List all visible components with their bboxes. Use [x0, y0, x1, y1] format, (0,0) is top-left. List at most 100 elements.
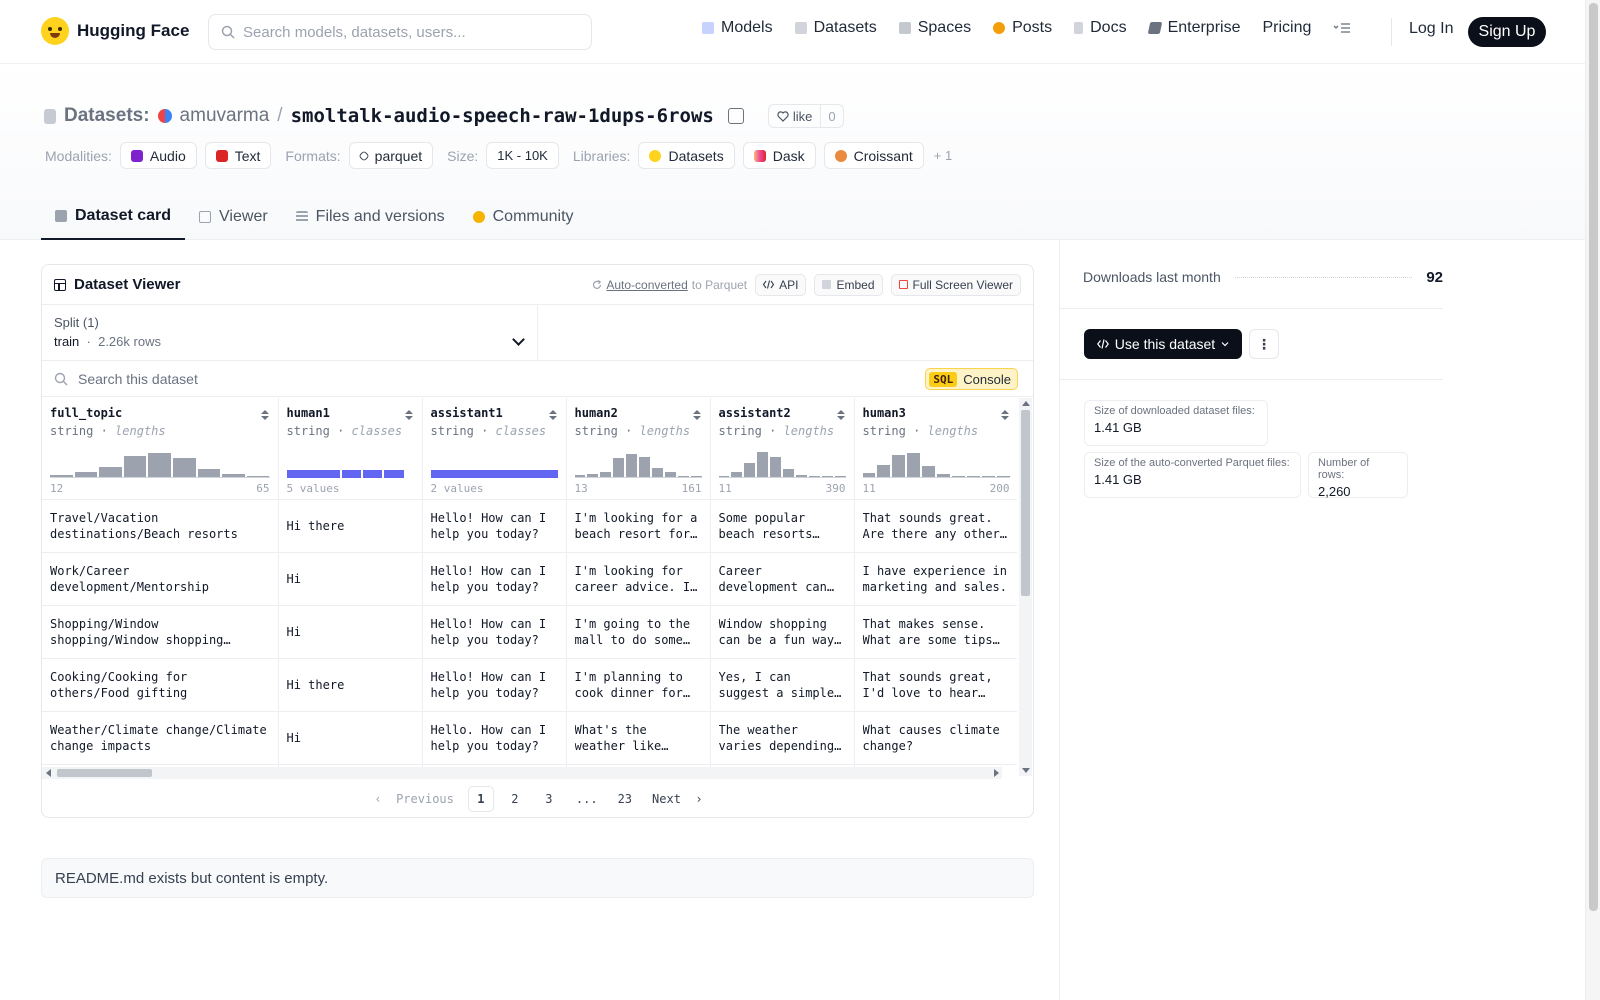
table-cell[interactable]: That makes sense. What are some tips to … — [854, 605, 1017, 659]
table-cell[interactable]: Hi there — [278, 658, 423, 712]
histogram-bar[interactable] — [123, 456, 147, 477]
repo-name[interactable]: smoltalk-audio-speech-raw-1dups-6rows — [291, 105, 714, 127]
api-button[interactable]: API — [755, 273, 807, 296]
table-row[interactable]: Shopping/Window shopping/Window shopping… — [42, 605, 1017, 659]
table-cell[interactable]: Hello! How can I help you today? — [422, 499, 567, 553]
histogram-bar[interactable] — [246, 476, 270, 477]
tag-parquet[interactable]: parquet — [348, 142, 434, 169]
page-button-2[interactable]: 2 — [502, 786, 528, 812]
table-cell[interactable]: Some popular beach resorts include Maui … — [710, 499, 855, 553]
histogram-bar[interactable] — [99, 467, 122, 477]
table-cell[interactable]: Hello. How can I help you today? — [422, 711, 567, 765]
sort-icon[interactable] — [404, 410, 413, 422]
next-page-button[interactable]: Next › — [646, 786, 709, 812]
sort-icon[interactable] — [1000, 410, 1009, 422]
brand-link[interactable]: Hugging Face — [41, 17, 189, 45]
histogram-bar[interactable] — [222, 474, 245, 477]
column-header-human3[interactable]: human3 string · lengths 11 200 — [854, 398, 1017, 500]
histogram-bar[interactable] — [744, 463, 756, 477]
tab-viewer[interactable]: Viewer — [185, 196, 282, 240]
page-button-3[interactable]: 3 — [536, 786, 562, 812]
previous-page-button[interactable]: ‹ Previous — [368, 786, 459, 812]
section-label[interactable]: Datasets: — [64, 105, 150, 127]
histogram-bar[interactable] — [173, 458, 196, 477]
table-cell[interactable]: Career development can be challenging at… — [710, 552, 855, 606]
nav-datasets[interactable]: Datasets — [794, 19, 877, 37]
table-cell[interactable]: I'm going to the mall to do some window … — [566, 605, 711, 659]
column-header-full_topic[interactable]: full_topic string · lengths 12 65 — [42, 398, 279, 500]
table-cell[interactable]: Window shopping can be a fun way to spen… — [710, 605, 855, 659]
histogram-bar[interactable] — [783, 469, 794, 477]
histogram-bar[interactable] — [877, 465, 891, 477]
class-segment[interactable] — [286, 470, 340, 478]
table-cell[interactable]: Yes, I can suggest a simple pasta dish. — [710, 658, 855, 712]
histogram-bar[interactable] — [148, 453, 172, 477]
scroll-left-icon[interactable] — [46, 769, 51, 777]
class-segment[interactable] — [341, 470, 362, 478]
histogram-bar[interactable] — [600, 472, 612, 477]
table-cell[interactable]: Hello! How can I help you today? — [422, 658, 567, 712]
column-header-human1[interactable]: human1 string · classes 5 values — [278, 398, 423, 500]
tag-croissant[interactable]: Croissant — [823, 142, 924, 169]
table-cell[interactable]: What causes climate change? — [854, 711, 1017, 765]
table-cell[interactable]: That sounds great, I'd love to hear more… — [854, 658, 1017, 712]
histogram-bar[interactable] — [197, 469, 221, 477]
nav-enterprise[interactable]: Enterprise — [1147, 19, 1240, 37]
table-cell[interactable]: I'm looking for a beach resort for my va… — [566, 499, 711, 553]
sort-icon[interactable] — [260, 410, 269, 422]
page-button-1[interactable]: 1 — [467, 786, 494, 812]
sort-icon[interactable] — [548, 410, 557, 422]
like-button[interactable]: like 0 — [767, 104, 844, 128]
page-scrollbar[interactable] — [1585, 0, 1600, 1000]
nav-posts[interactable]: Posts — [993, 19, 1052, 37]
histogram-bar[interactable] — [770, 457, 782, 477]
table-cell[interactable]: Work/Career development/Mentorship — [42, 552, 279, 606]
histogram-bar[interactable] — [651, 468, 663, 477]
fullscreen-viewer-button[interactable]: Full Screen Viewer — [890, 273, 1021, 296]
tab-files[interactable]: Files and versions — [282, 196, 459, 240]
tab-community[interactable]: Community — [459, 196, 588, 240]
owner-link[interactable]: amuvarma — [180, 105, 270, 127]
table-cell[interactable]: Shopping/Window shopping/Window shopping… — [42, 605, 279, 659]
table-cell[interactable]: What's the weather like today? — [566, 711, 711, 765]
histogram-bar[interactable] — [951, 476, 965, 477]
table-cell[interactable]: I have experience in marketing and sales… — [854, 552, 1017, 606]
dataset-search-input[interactable] — [78, 370, 678, 387]
histogram-bar[interactable] — [731, 472, 743, 477]
class-segment[interactable] — [363, 470, 383, 478]
histogram-bar[interactable] — [922, 466, 936, 477]
class-segment[interactable] — [430, 470, 558, 478]
histogram-bar[interactable] — [718, 476, 730, 477]
histogram-bar[interactable] — [892, 455, 906, 477]
histogram-bar[interactable] — [626, 454, 638, 477]
table-horizontal-scrollbar[interactable] — [42, 767, 1002, 779]
histogram-bar[interactable] — [795, 475, 807, 477]
table-cell[interactable]: Hi — [278, 711, 423, 765]
table-cell[interactable]: Hello! How can I help you today? — [422, 552, 567, 606]
login-link[interactable]: Log In — [1409, 20, 1453, 38]
table-row[interactable]: Travel/Vacation destinations/Beach resor… — [42, 499, 1017, 553]
split-select[interactable]: Split (1) train · 2.26k rows — [42, 305, 538, 360]
table-cell[interactable]: I'm planning to cook dinner for my frien… — [566, 658, 711, 712]
sort-icon[interactable] — [692, 410, 701, 422]
histogram-bar[interactable] — [862, 473, 876, 477]
table-cell[interactable]: The weather varies depending on your loc… — [710, 711, 855, 765]
table-cell[interactable]: Cooking/Cooking for others/Food gifting — [42, 658, 279, 712]
nav-more-menu[interactable] — [1333, 22, 1351, 34]
table-cell[interactable]: Hello! How can I help you today? — [422, 605, 567, 659]
more-libraries[interactable]: + 1 — [934, 148, 952, 163]
nav-pricing[interactable]: Pricing — [1262, 19, 1311, 37]
sort-icon[interactable] — [836, 410, 845, 422]
auto-converted-link[interactable]: Auto-converted — [606, 278, 687, 292]
histogram-bar[interactable] — [808, 476, 820, 477]
histogram-bar[interactable] — [574, 475, 586, 477]
table-row[interactable]: Weather/Climate change/Climate change im… — [42, 711, 1017, 765]
scroll-thumb[interactable] — [57, 769, 152, 777]
table-cell[interactable]: I'm looking for career advice. I need a … — [566, 552, 711, 606]
nav-spaces[interactable]: Spaces — [898, 19, 971, 37]
histogram-bar[interactable] — [664, 472, 676, 477]
histogram-bar[interactable] — [937, 474, 950, 477]
tag-size[interactable]: 1K - 10K — [486, 142, 559, 169]
table-vertical-scrollbar[interactable] — [1019, 398, 1032, 776]
table-cell[interactable]: That sounds great. Are there any other o… — [854, 499, 1017, 553]
